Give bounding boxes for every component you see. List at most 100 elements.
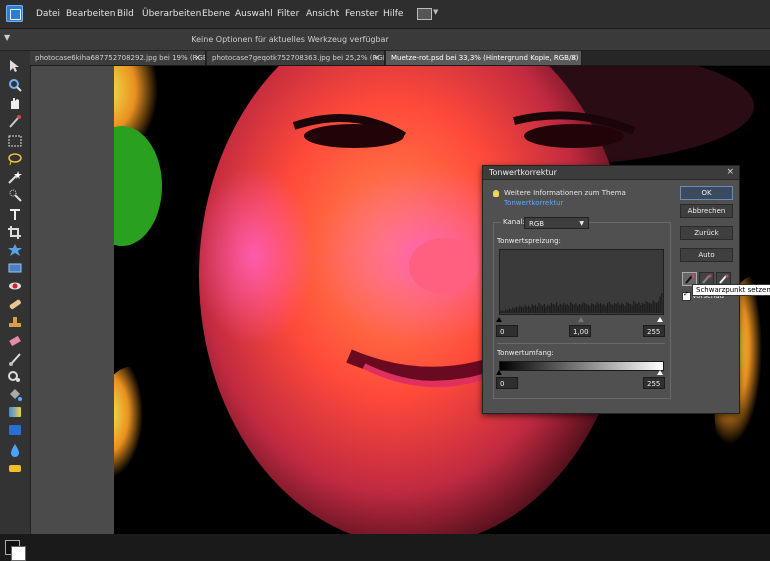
input-white-field[interactable]: 255 <box>643 325 665 337</box>
menu-bearbeiten[interactable]: Bearbeiten <box>66 9 115 19</box>
reset-button[interactable]: Zurück <box>680 226 733 240</box>
zoom-tool-icon[interactable] <box>7 78 23 92</box>
histogram-bar <box>526 306 528 313</box>
arrange-documents-icon[interactable] <box>417 8 432 20</box>
auto-button[interactable]: Auto <box>680 248 733 262</box>
menu-bild[interactable]: Bild <box>117 9 134 19</box>
canvas-background <box>31 66 114 534</box>
histogram-bar <box>547 304 549 313</box>
tab-photocase6kiha[interactable]: photocase6kiha687752708292.jpg bei 19% (… <box>30 51 206 65</box>
quick-selection-tool-icon[interactable] <box>7 188 23 202</box>
histogram-bar <box>564 304 566 313</box>
histogram-bar <box>591 303 593 313</box>
menu-ansicht[interactable]: Ansicht <box>306 9 339 19</box>
menu-ueberarbeiten[interactable]: Überarbeiten <box>142 9 201 19</box>
move-tool-icon[interactable] <box>7 59 23 73</box>
histogram-bar <box>542 305 544 313</box>
sponge-tool-icon[interactable] <box>7 461 23 475</box>
menu-auswahl[interactable]: Auswahl <box>235 9 273 19</box>
blur-tool-icon[interactable] <box>7 443 23 457</box>
ok-button[interactable]: OK <box>680 186 733 200</box>
black-eyedropper-icon <box>685 274 695 284</box>
gradient-tool-icon[interactable] <box>9 407 21 417</box>
healing-brush-tool-icon[interactable] <box>7 297 23 311</box>
cancel-button[interactable]: Abbrechen <box>680 204 733 218</box>
histogram-bar <box>556 302 558 313</box>
histogram-bar <box>529 307 531 313</box>
hand-tool-icon[interactable] <box>7 96 23 110</box>
cookie-cutter-tool-icon[interactable] <box>7 243 23 257</box>
histogram-bar <box>501 310 503 313</box>
histogram-bar <box>636 303 638 313</box>
menu-fenster[interactable]: Fenster <box>345 9 378 19</box>
help-link[interactable]: Tonwertkorrektur <box>504 199 563 207</box>
chevron-down-icon[interactable]: ▼ <box>433 8 438 16</box>
histogram-bar <box>605 305 607 313</box>
close-icon[interactable]: × <box>373 51 380 65</box>
histogram <box>499 249 664 315</box>
tab-muetze-rot[interactable]: Muetze-rot.psd bei 33,3% (Hintergrund Ko… <box>386 51 582 65</box>
histogram-bar <box>598 303 600 313</box>
dialog-title-bar[interactable]: Tonwertkorrektur × <box>483 166 739 180</box>
histogram-bar <box>626 302 628 313</box>
menu-datei[interactable]: Datei <box>36 9 60 19</box>
brush-tool-icon[interactable] <box>7 352 23 366</box>
magic-wand-tool-icon[interactable] <box>7 170 23 184</box>
menu-bar: Datei Bearbeiten Bild Überarbeiten Ebene… <box>0 0 770 29</box>
lasso-tool-icon[interactable] <box>7 152 23 166</box>
histogram-bar <box>647 302 649 313</box>
output-black-field[interactable]: 0 <box>496 377 518 389</box>
histogram-bar <box>592 303 595 313</box>
menu-hilfe[interactable]: Hilfe <box>383 9 403 19</box>
output-white-slider[interactable] <box>657 370 663 375</box>
histogram-bar <box>508 308 510 313</box>
input-gamma-field[interactable]: 1,00 <box>569 325 591 337</box>
menu-ebene[interactable]: Ebene <box>202 9 230 19</box>
gray-eyedropper-icon <box>702 274 712 284</box>
type-tool-icon[interactable] <box>7 207 23 221</box>
output-white-field[interactable]: 255 <box>643 377 665 389</box>
input-black-field[interactable]: 0 <box>496 325 518 337</box>
histogram-bar <box>505 309 507 313</box>
histogram-bar <box>522 307 524 313</box>
paint-bucket-tool-icon[interactable] <box>7 388 23 402</box>
channel-select[interactable]: RGB ▼ <box>524 217 589 229</box>
straighten-tool-icon[interactable] <box>7 261 23 275</box>
gamma-slider[interactable] <box>578 317 584 322</box>
histogram-bar <box>540 304 542 313</box>
clone-stamp-tool-icon[interactable] <box>7 315 23 329</box>
divider <box>497 343 665 344</box>
chevron-down-icon: ▼ <box>579 220 584 227</box>
histogram-bar <box>536 306 538 313</box>
output-black-slider[interactable] <box>496 370 502 375</box>
histogram-bar <box>594 304 596 313</box>
menu-filter[interactable]: Filter <box>277 9 299 19</box>
output-levels-slider[interactable] <box>496 370 663 375</box>
histogram-bar <box>578 303 581 313</box>
histogram-bar <box>641 303 644 313</box>
close-icon[interactable]: × <box>726 167 734 177</box>
close-icon[interactable]: × <box>570 51 577 65</box>
tab-photocase7geqotk[interactable]: photocase7geqotk752708363.jpg bei 25,2% … <box>207 51 385 65</box>
crop-tool-icon[interactable] <box>7 225 23 239</box>
smart-brush-tool-icon[interactable] <box>7 370 23 384</box>
histogram-bar <box>652 300 654 313</box>
input-levels-slider[interactable] <box>496 317 663 322</box>
eraser-tool-icon[interactable] <box>7 334 23 348</box>
marquee-tool-icon[interactable] <box>7 134 23 148</box>
eyedropper-tool-icon[interactable] <box>7 114 23 128</box>
histogram-bar <box>571 303 574 313</box>
shape-tool-icon[interactable] <box>9 425 21 435</box>
close-icon[interactable]: × <box>194 51 201 65</box>
red-eye-tool-icon[interactable] <box>7 279 23 293</box>
preview-checkbox[interactable] <box>682 290 691 301</box>
tab-label: photocase6kiha687752708292.jpg bei 19% (… <box>35 54 206 62</box>
white-point-slider[interactable] <box>657 317 663 322</box>
app-logo-icon <box>6 5 23 22</box>
histogram-bar <box>575 303 577 313</box>
histogram-bar <box>584 303 586 313</box>
black-point-slider[interactable] <box>496 317 502 322</box>
histogram-bar <box>650 303 652 313</box>
background-color-swatch[interactable] <box>11 546 26 561</box>
histogram-bar <box>585 303 588 313</box>
